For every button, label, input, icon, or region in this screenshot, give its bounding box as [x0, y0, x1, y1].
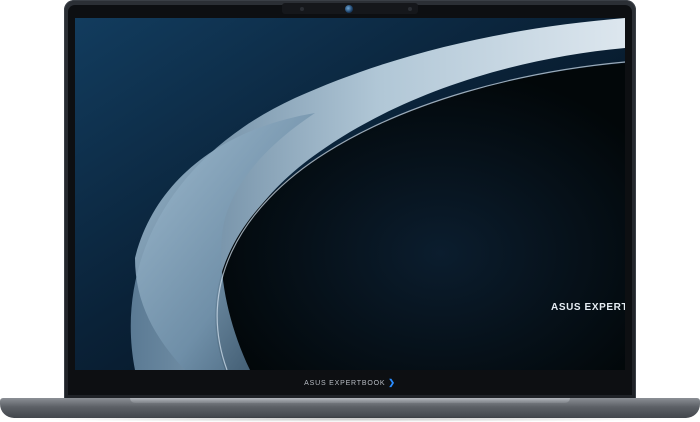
- chin-brand-logo: ASUS EXPERTBOOK ❯: [68, 378, 632, 387]
- base-hinge-lip: [130, 398, 570, 403]
- screen-brand-text: ASUS EXPERTBOOK: [551, 302, 625, 313]
- screen-wallpaper: ASUS EXPERTBOOK❯: [75, 18, 625, 370]
- laptop: ASUS EXPERTBOOK❯ ASUS EXPERTBOOK❯: [0, 0, 700, 422]
- ir-sensor-icon: [300, 7, 304, 11]
- chin-brand-text: ASUS EXPERTBOOK: [304, 380, 386, 387]
- screen-brand-logo: ASUS EXPERTBOOK❯: [551, 300, 625, 313]
- chevron-right-icon: ❯: [388, 378, 396, 387]
- ir-sensor-icon: [408, 7, 412, 11]
- wallpaper-swirl: [75, 18, 625, 370]
- webcam-icon: [345, 5, 353, 13]
- base-shadow: [20, 416, 680, 422]
- screen-chin: ASUS EXPERTBOOK ❯: [68, 372, 632, 395]
